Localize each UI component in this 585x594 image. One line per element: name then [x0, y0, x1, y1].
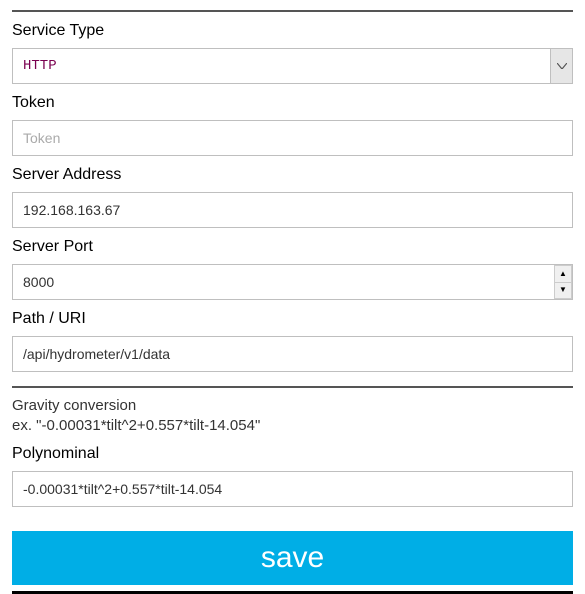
save-button[interactable]: save — [12, 531, 573, 585]
server-port-wrap: ▲ ▼ — [12, 264, 573, 300]
gravity-title: Gravity conversion — [12, 396, 573, 416]
path-uri-input[interactable] — [12, 336, 573, 372]
service-type-label: Service Type — [12, 22, 573, 40]
polynominal-label: Polynominal — [12, 445, 573, 463]
token-input[interactable] — [12, 120, 573, 156]
top-divider — [12, 10, 573, 12]
gravity-divider — [12, 386, 573, 388]
server-address-input[interactable] — [12, 192, 573, 228]
gravity-example: ex. "-0.00031*tilt^2+0.557*tilt-14.054" — [12, 416, 573, 436]
token-label: Token — [12, 94, 573, 112]
service-type-select-wrap: HTTP — [12, 48, 573, 84]
server-port-input[interactable] — [12, 264, 573, 300]
path-uri-label: Path / URI — [12, 310, 573, 328]
server-address-label: Server Address — [12, 166, 573, 184]
service-type-select[interactable]: HTTP — [12, 48, 573, 84]
polynominal-input[interactable] — [12, 471, 573, 507]
server-port-label: Server Port — [12, 238, 573, 256]
